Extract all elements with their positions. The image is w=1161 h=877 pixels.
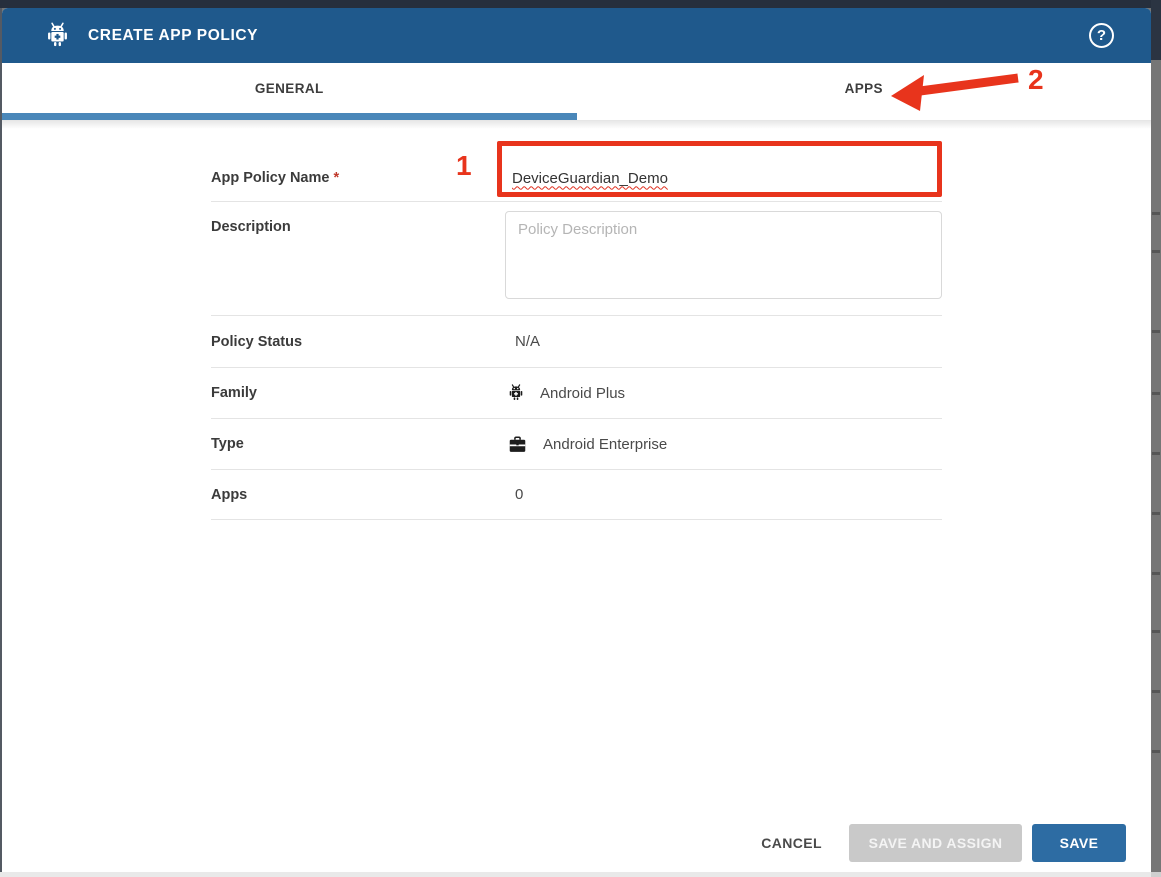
active-tab-indicator <box>2 113 577 120</box>
dialog-footer: CANCEL SAVE AND ASSIGN SAVE <box>747 824 1126 862</box>
type-value: Android Enterprise <box>543 436 667 453</box>
tab-bar: GENERAL APPS <box>2 63 1151 113</box>
save-and-assign-button[interactable]: SAVE AND ASSIGN <box>849 824 1022 862</box>
tab-general[interactable]: GENERAL <box>2 63 577 113</box>
tab-apps[interactable]: APPS <box>577 63 1152 113</box>
policy-status-value: N/A <box>505 333 942 350</box>
dimmed-page-bottom <box>0 872 1151 877</box>
app-policy-name-input[interactable]: DeviceGuardian_Demo <box>505 156 942 200</box>
cancel-button[interactable]: CANCEL <box>747 824 836 862</box>
save-button[interactable]: SAVE <box>1032 824 1126 862</box>
family-row: Family Android Plus <box>211 368 942 419</box>
type-label: Type <box>211 436 505 452</box>
description-label: Description <box>211 219 505 235</box>
app-policy-name-row: App Policy Name * DeviceGuardian_Demo <box>211 127 942 202</box>
apps-value: 0 <box>505 486 942 503</box>
app-policy-name-value: DeviceGuardian_Demo <box>512 170 668 187</box>
policy-status-row: Policy Status N/A <box>211 316 942 368</box>
tab-underline-row <box>2 113 1151 120</box>
description-input[interactable] <box>505 211 942 299</box>
policy-status-label: Policy Status <box>211 334 505 350</box>
apps-row: Apps 0 <box>211 470 942 520</box>
dimmed-page-right <box>1151 0 1161 877</box>
description-row: Description <box>211 202 942 316</box>
android-plus-icon <box>44 22 71 49</box>
app-policy-name-label: App Policy Name * <box>211 170 505 186</box>
apps-label: Apps <box>211 487 505 503</box>
tab-apps-label: APPS <box>845 81 883 96</box>
dialog-header: CREATE APP POLICY ? <box>2 8 1151 63</box>
type-row: Type Android Enterprise <box>211 419 942 470</box>
tab-general-label: GENERAL <box>255 81 324 96</box>
family-value: Android Plus <box>540 385 625 402</box>
dialog-title: CREATE APP POLICY <box>88 27 258 45</box>
help-icon: ? <box>1097 27 1106 44</box>
dimmed-page-top <box>0 0 1161 8</box>
general-form: App Policy Name * DeviceGuardian_Demo De… <box>211 127 942 520</box>
android-plus-icon <box>507 384 525 402</box>
help-button[interactable]: ? <box>1089 23 1114 48</box>
required-asterisk: * <box>333 170 339 186</box>
briefcase-icon <box>507 435 528 454</box>
family-label: Family <box>211 385 505 401</box>
create-app-policy-dialog: CREATE APP POLICY ? GENERAL APPS App Pol… <box>2 8 1151 872</box>
